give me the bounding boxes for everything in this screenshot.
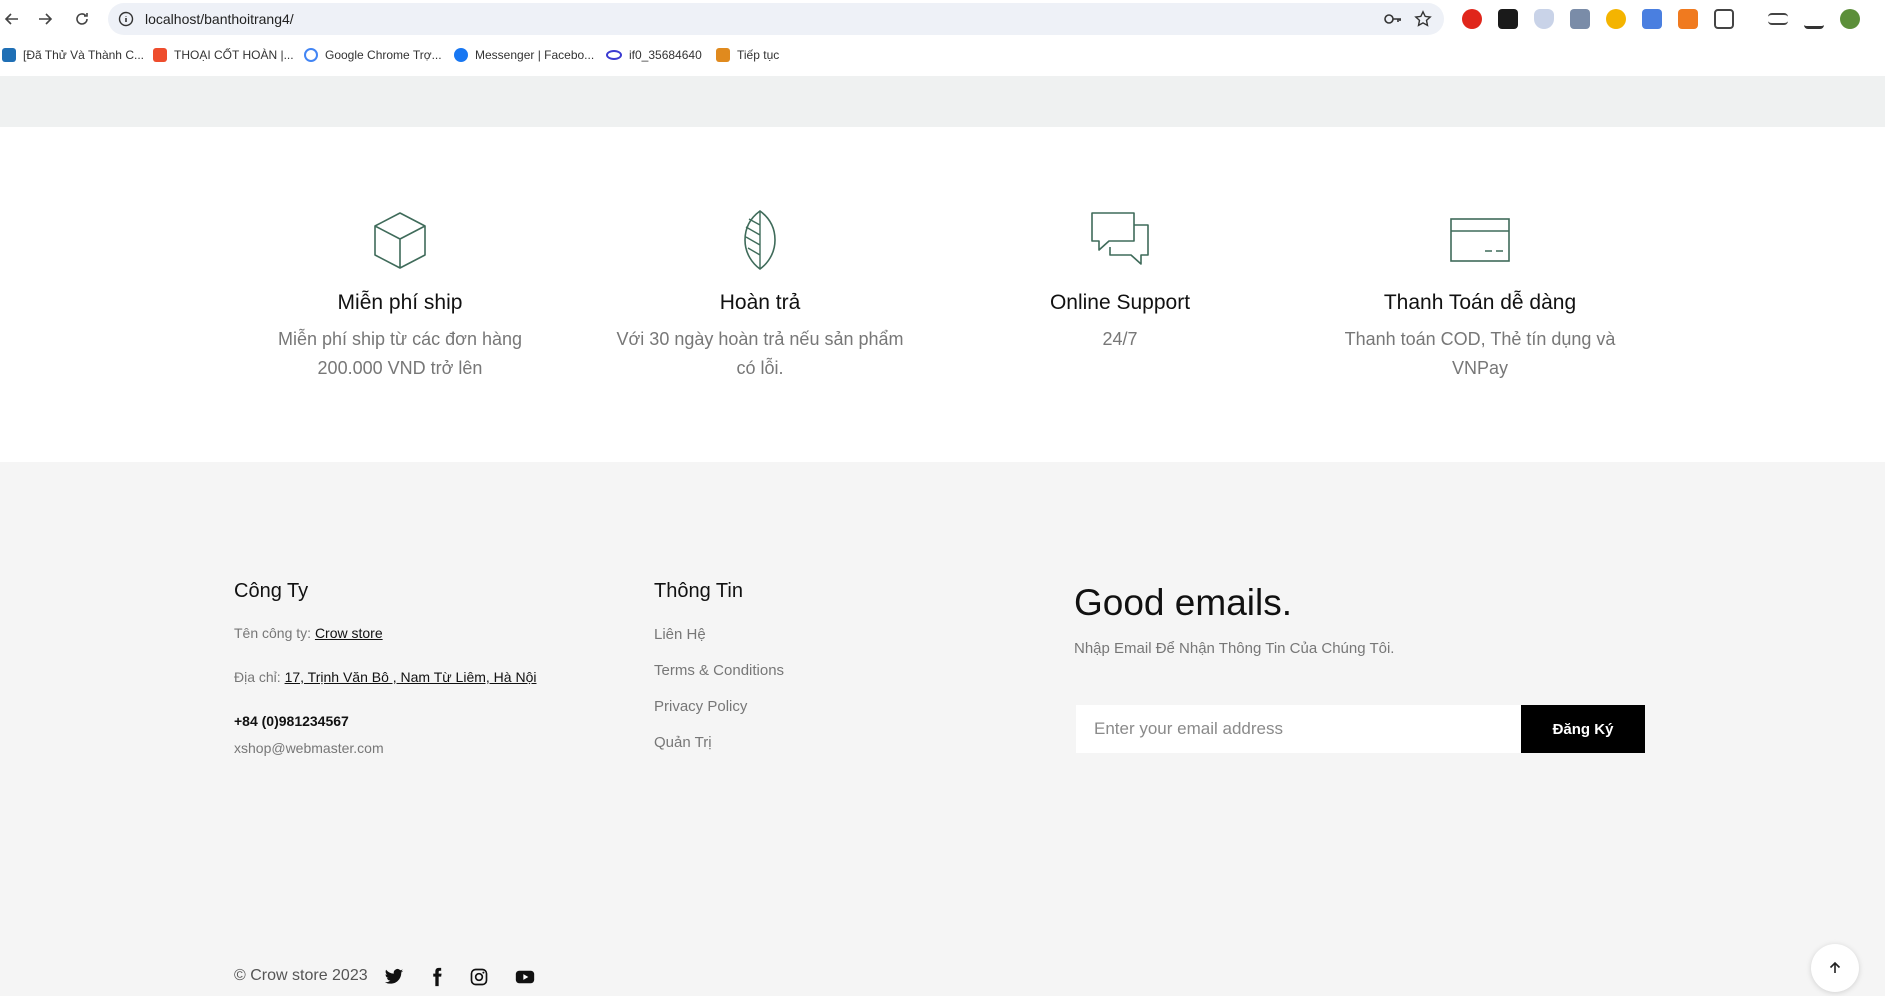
password-key-icon[interactable] — [1384, 11, 1402, 27]
company-address: Địa chỉ: 17, Trịnh Văn Bô , Nam Từ Liêm,… — [234, 669, 536, 685]
feature-description: Thanh toán COD, Thẻ tín dụng và VNPay — [1330, 325, 1630, 383]
bookmark-star-icon[interactable] — [1414, 10, 1432, 28]
bookmark-item[interactable]: THOẠI CỐT HOÀN |... — [153, 48, 294, 62]
admin-link[interactable]: Quản Trị — [654, 734, 712, 751]
feature-title: Thanh Toán dễ dàng — [1383, 291, 1577, 314]
feature-returns: Hoàn trả Với 30 ngày hoàn trả nếu sản ph… — [610, 207, 910, 383]
facebook-icon — [433, 967, 442, 987]
bookmark-label: [Đã Thử Và Thành C... — [23, 48, 144, 62]
leaf-icon — [744, 210, 776, 270]
company-title: Công Ty — [234, 580, 309, 602]
company-email: xshop@webmaster.com — [234, 740, 384, 756]
bookmark-item[interactable]: Tiếp tục — [716, 48, 779, 62]
footer: Công Ty Tên công ty: Crow store Địa chỉ:… — [0, 462, 1885, 996]
browser-chrome: localhost/banthoitrang4/ [Đã Thử Và Thàn… — [0, 0, 1885, 76]
bookmarks-bar: [Đã Thử Và Thành C... THOẠI CỐT HOÀN |..… — [0, 42, 1885, 70]
bookmark-label: Messenger | Facebo... — [475, 48, 595, 62]
forward-arrow-icon — [39, 13, 53, 25]
company-address-link[interactable]: 17, Trịnh Văn Bô , Nam Từ Liêm, Hà Nội — [285, 669, 537, 685]
media-queue-icon[interactable] — [1768, 13, 1788, 25]
bookmark-favicon-icon — [2, 48, 16, 62]
subscribe-button[interactable]: Đăng Ký — [1521, 705, 1645, 753]
features-section: Miễn phí ship Miễn phí ship từ các đơn h… — [0, 127, 1885, 462]
bookmark-label: Tiếp tục — [737, 48, 780, 62]
company-name-label: Tên công ty: — [234, 625, 312, 641]
grid-extension-icon[interactable] — [1570, 9, 1590, 29]
newsletter-title: Good emails. — [1074, 582, 1292, 623]
bookmark-item[interactable]: if0_35684640 — [606, 48, 702, 62]
feature-desc-line: VNPay — [1451, 358, 1509, 378]
google-favicon-icon — [304, 48, 318, 62]
feature-description: Với 30 ngày hoàn trả nếu sản phẩm có lỗi… — [610, 325, 910, 383]
feature-desc-line: Thanh toán COD, Thẻ tín dụng và — [1344, 329, 1616, 349]
scroll-to-top-button[interactable] — [1811, 944, 1859, 992]
bookmark-item[interactable]: [Đã Thử Và Thành C... — [2, 48, 144, 62]
instagram-icon — [470, 968, 488, 986]
feature-desc-line: 24/7 — [1102, 329, 1138, 349]
chat-icon — [1091, 212, 1149, 265]
back-arrow-icon — [4, 13, 18, 25]
terms-link[interactable]: Terms & Conditions — [654, 662, 784, 679]
people-extension-icon[interactable] — [1606, 9, 1626, 29]
company-name-link[interactable]: Crow store — [315, 625, 383, 641]
feature-desc-line: Với 30 ngày hoàn trả nếu sản phẩm — [616, 329, 904, 349]
infinity-favicon-icon — [606, 50, 622, 60]
feature-desc-line: có lỗi. — [736, 358, 784, 378]
bookmark-label: THOẠI CỐT HOÀN |... — [174, 48, 294, 62]
facebook-link[interactable] — [427, 967, 447, 987]
newsletter-subtitle: Nhập Email Để Nhận Thông Tin Của Chúng T… — [1074, 640, 1395, 657]
reload-button[interactable] — [70, 7, 94, 31]
feature-easy-payment: Thanh Toán dễ dàng Thanh toán COD, Thẻ t… — [1330, 207, 1630, 383]
forward-button[interactable] — [33, 7, 57, 31]
feature-online-support: Online Support 24/7 — [970, 207, 1270, 354]
twitter-link[interactable] — [384, 967, 404, 987]
bookmark-item[interactable]: Google Chrome Trợ... — [304, 48, 442, 62]
company-phone: +84 (0)981234567 — [234, 713, 349, 729]
top-gray-band — [0, 76, 1885, 127]
feature-title: Miễn phí ship — [337, 291, 463, 314]
page-content: Miễn phí ship Miễn phí ship từ các đơn h… — [0, 76, 1885, 996]
translate-extension-icon[interactable] — [1642, 9, 1662, 29]
reload-icon — [76, 13, 88, 25]
feature-description: Miễn phí ship từ các đơn hàng 200.000 VN… — [250, 325, 550, 383]
shield-extension-icon[interactable] — [1534, 9, 1554, 29]
opera-extension-icon[interactable] — [1462, 9, 1482, 29]
contact-link[interactable]: Liên Hệ — [654, 626, 706, 643]
instagram-link[interactable] — [469, 967, 489, 987]
site-info-icon[interactable] — [118, 11, 134, 27]
feature-desc-line: Miễn phí ship từ các đơn hàng — [278, 329, 522, 349]
bookmark-favicon-icon — [716, 48, 730, 62]
box-icon — [374, 212, 426, 269]
profile-avatar[interactable] — [1840, 9, 1860, 29]
arrow-up-icon — [1829, 961, 1841, 973]
shopee-favicon-icon — [153, 48, 167, 62]
feature-title: Online Support — [1049, 291, 1191, 314]
orange-extension-icon[interactable] — [1678, 9, 1698, 29]
puzzle-extensions-icon[interactable] — [1714, 9, 1734, 29]
feature-free-shipping: Miễn phí ship Miễn phí ship từ các đơn h… — [250, 207, 550, 383]
company-address-label: Địa chỉ: — [234, 669, 281, 685]
bookmark-item[interactable]: Messenger | Facebo... — [454, 48, 594, 62]
privacy-link[interactable]: Privacy Policy — [654, 698, 747, 715]
youtube-link[interactable] — [514, 967, 536, 987]
company-name: Tên công ty: Crow store — [234, 625, 383, 641]
address-bar[interactable]: localhost/banthoitrang4/ — [108, 3, 1444, 35]
feature-title: Hoàn trả — [719, 291, 801, 314]
youtube-icon — [515, 970, 535, 984]
download-icon[interactable] — [1804, 9, 1824, 29]
info-title: Thông Tin — [654, 580, 743, 602]
url-text[interactable]: localhost/banthoitrang4/ — [145, 11, 294, 27]
twitter-icon — [384, 969, 404, 984]
feature-desc-line: 200.000 VND trở lên — [317, 358, 483, 378]
email-input[interactable] — [1076, 705, 1521, 753]
bookmark-label: if0_35684640 — [629, 48, 702, 62]
browser-toolbar: localhost/banthoitrang4/ — [0, 0, 1885, 38]
back-button[interactable] — [0, 7, 24, 31]
copyright-text: © Crow store 2023 — [234, 967, 368, 984]
credit-card-icon — [1450, 218, 1510, 262]
feature-description: 24/7 — [970, 325, 1270, 354]
facebook-favicon-icon — [454, 48, 468, 62]
bookmark-label: Google Chrome Trợ... — [325, 48, 442, 62]
color-extension-icon[interactable] — [1498, 9, 1518, 29]
